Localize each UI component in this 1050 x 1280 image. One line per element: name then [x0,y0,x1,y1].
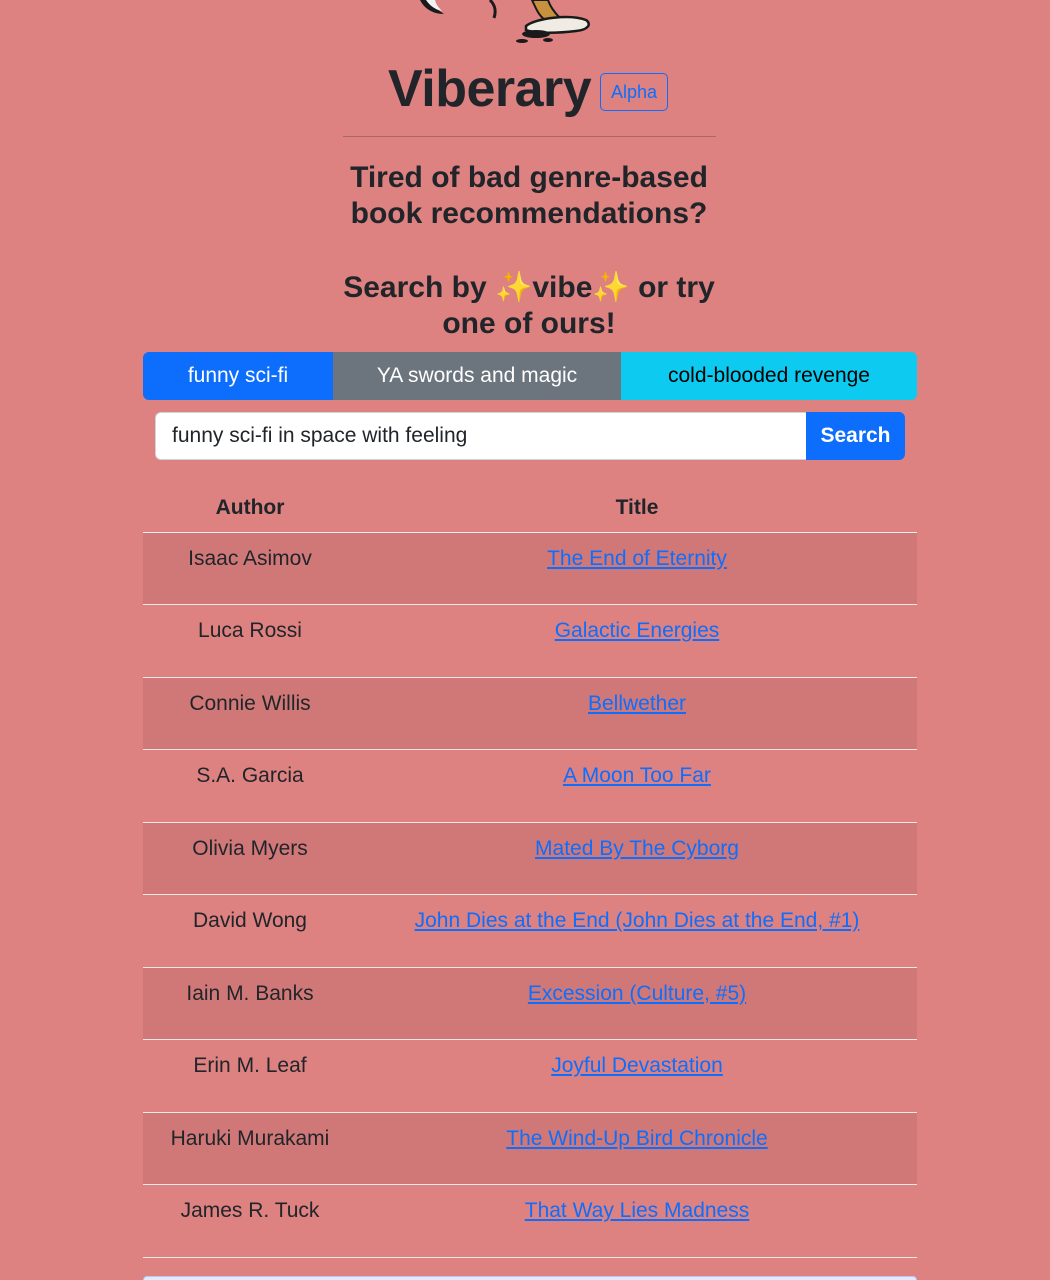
title-cell: That Way Lies Madness [357,1184,917,1258]
tagline-cta-before: Search by [343,271,495,304]
title-cell: The Wind-Up Bird Chronicle [357,1112,917,1185]
author-cell: Olivia Myers [143,822,357,895]
header: Viberary Alpha [0,56,1050,122]
table-row: Iain M. Banks Excession (Culture, #5) [143,967,917,1040]
book-title-link[interactable]: That Way Lies Madness [525,1199,749,1222]
title-cell: John Dies at the End (John Dies at the E… [357,894,917,968]
author-cell: S.A. Garcia [143,749,357,823]
author-cell: Haruki Murakami [143,1112,357,1185]
book-title-link[interactable]: Galactic Energies [555,619,720,642]
table-row: Luca Rossi Galactic Energies [143,604,917,678]
app-title: Viberary [388,60,592,118]
author-cell: David Wong [143,894,357,968]
sparkle-icon: ✨ [592,271,630,304]
sparkle-icon: ✨ [494,271,533,304]
author-column-header: Author [143,484,357,533]
author-cell: James R. Tuck [143,1184,357,1258]
example-ya-swords-button[interactable]: YA swords and magic [333,352,621,400]
book-title-link[interactable]: Joyful Devastation [551,1054,723,1077]
example-search-group: funny sci-fi YA swords and magic cold-bl… [143,352,917,400]
table-row: Erin M. Leaf Joyful Devastation [143,1039,917,1113]
search-bar: Search [155,412,905,460]
results-table: Author Title Isaac Asimov The End of Ete… [143,484,917,1258]
title-cell: Galactic Energies [357,604,917,678]
search-input[interactable] [155,412,806,460]
alpha-badge: Alpha [600,73,669,111]
book-title-link[interactable]: The End of Eternity [547,547,727,570]
tagline-vibe: vibe [532,271,593,304]
title-column-header: Title [357,484,917,533]
title-cell: Bellwether [357,677,917,750]
author-cell: Isaac Asimov [143,532,357,605]
title-cell: A Moon Too Far [357,749,917,823]
example-funny-sci-fi-button[interactable]: funny sci-fi [143,352,333,400]
title-cell: Mated By The Cyborg [357,822,917,895]
author-cell: Connie Willis [143,677,357,750]
example-revenge-button[interactable]: cold-blooded revenge [621,352,917,400]
title-cell: Joyful Devastation [357,1039,917,1113]
author-cell: Iain M. Banks [143,967,357,1040]
tagline-cta: Search by ✨vibe✨ or try one of ours! [340,270,718,342]
book-title-link[interactable]: A Moon Too Far [563,764,711,787]
title-cell: Excession (Culture, #5) [357,967,917,1040]
book-title-link[interactable]: Bellwether [588,692,686,715]
tagline-question: Tired of bad genre-based book recommenda… [350,161,708,230]
book-title-link[interactable]: Mated By The Cyborg [535,837,739,860]
table-header-row: Author Title [143,484,917,533]
table-row: S.A. Garcia A Moon Too Far [143,749,917,823]
table-row: Isaac Asimov The End of Eternity [143,532,917,605]
table-row: Haruki Murakami The Wind-Up Bird Chronic… [143,1112,917,1185]
table-row: James R. Tuck That Way Lies Madness [143,1184,917,1258]
table-row: David Wong John Dies at the End (John Di… [143,894,917,968]
author-cell: Luca Rossi [143,604,357,678]
logo-illustration [420,0,590,43]
book-title-link[interactable]: Excession (Culture, #5) [528,982,746,1005]
author-cell: Erin M. Leaf [143,1039,357,1113]
book-title-link[interactable]: The Wind-Up Bird Chronicle [506,1127,767,1150]
divider [343,136,716,137]
book-title-link[interactable]: John Dies at the End (John Dies at the E… [415,909,860,932]
bottom-panel-edge [143,1276,917,1280]
table-row: Connie Willis Bellwether [143,677,917,750]
search-button[interactable]: Search [806,412,905,460]
table-row: Olivia Myers Mated By The Cyborg [143,822,917,895]
title-cell: The End of Eternity [357,532,917,605]
